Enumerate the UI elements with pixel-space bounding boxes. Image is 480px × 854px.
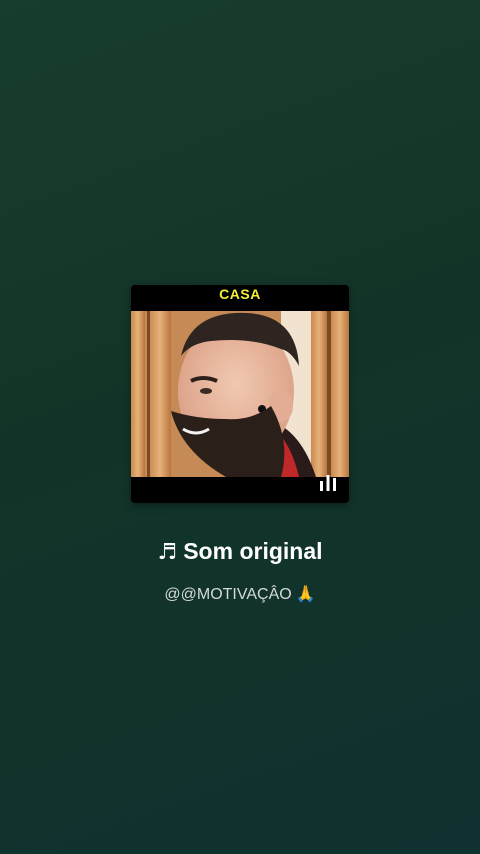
audio-cover[interactable]: CASA (131, 285, 349, 503)
audio-title: ♬ Som original (0, 538, 480, 565)
audio-author[interactable]: @@MOTIVAÇÂO 🙏 (0, 584, 480, 604)
cover-caption: CASA (219, 286, 261, 302)
audio-title-text: Som original (183, 538, 323, 564)
author-name[interactable]: @@MOTIVAÇÂO (164, 586, 291, 603)
cover-photo (131, 311, 349, 477)
praying-hands-emoji: 🙏 (295, 584, 316, 603)
music-note-icon: ♬ (157, 540, 178, 565)
equalizer-icon (320, 475, 336, 491)
